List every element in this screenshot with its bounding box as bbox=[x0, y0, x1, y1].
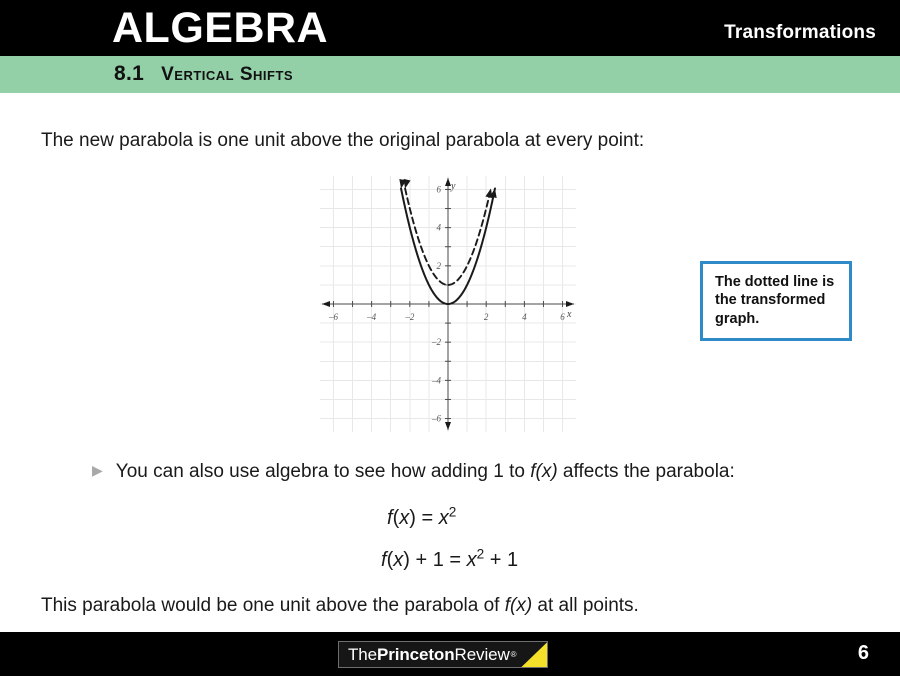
callout-box: The dotted line is the transformed graph… bbox=[700, 261, 852, 342]
page-number: 6 bbox=[857, 642, 869, 664]
svg-text:6: 6 bbox=[560, 312, 565, 322]
svg-text:4: 4 bbox=[437, 223, 442, 233]
closing-text-function: f(x) bbox=[504, 595, 533, 616]
subheader: 8.1 Vertical Shifts bbox=[114, 62, 293, 86]
princeton-review-logo: The Princeton Review ® bbox=[338, 641, 549, 668]
callout-text: The dotted line is the transformed graph… bbox=[715, 274, 835, 327]
svg-text:6: 6 bbox=[437, 184, 442, 194]
svg-text:–6: –6 bbox=[431, 414, 442, 424]
logo-review: Review bbox=[454, 644, 510, 664]
logo-princeton: Princeton bbox=[377, 644, 455, 664]
svg-text:2: 2 bbox=[484, 312, 489, 322]
logo-wedge-icon bbox=[521, 642, 548, 667]
svg-text:2: 2 bbox=[437, 261, 442, 271]
svg-text:–2: –2 bbox=[404, 312, 415, 322]
bullet-item: ▶ You can also use algebra to see how ad… bbox=[92, 461, 735, 483]
svg-text:–6: –6 bbox=[328, 312, 339, 322]
bullet-text: You can also use algebra to see how addi… bbox=[116, 461, 735, 483]
page-title: ALGEBRA bbox=[112, 4, 329, 52]
header-topic: Transformations bbox=[724, 22, 876, 43]
logo-text: The Princeton Review ® bbox=[339, 642, 521, 667]
svg-text:–2: –2 bbox=[431, 337, 442, 347]
y-axis-label: y bbox=[450, 181, 456, 192]
closing-text-suffix: at all points. bbox=[532, 595, 639, 616]
closing-text-prefix: This parabola would be one unit above th… bbox=[41, 595, 505, 616]
parabola-graph: –6 –4 –2 2 4 6 –6 –4 –2 2 4 6 x y bbox=[320, 176, 576, 432]
logo-the: The bbox=[348, 644, 377, 664]
closing-text: This parabola would be one unit above th… bbox=[41, 595, 639, 617]
intro-text: The new parabola is one unit above the o… bbox=[41, 130, 645, 151]
bullet-text-function: f(x) bbox=[530, 461, 558, 482]
equation-two: f(x) + 1 = x2 + 1 bbox=[381, 546, 519, 571]
section-number: 8.1 bbox=[114, 62, 145, 85]
registered-trademark-icon: ® bbox=[510, 650, 517, 659]
equation-one: f(x) = x2 bbox=[387, 504, 457, 529]
triangle-bullet-icon: ▶ bbox=[92, 462, 103, 478]
bullet-text-prefix: You can also use algebra to see how addi… bbox=[115, 461, 531, 482]
graph-svg: –6 –4 –2 2 4 6 –6 –4 –2 2 4 6 x y bbox=[320, 176, 576, 432]
svg-text:–4: –4 bbox=[366, 312, 377, 322]
x-axis-label: x bbox=[566, 309, 572, 320]
bullet-text-suffix: affects the parabola: bbox=[557, 461, 735, 482]
slide: ALGEBRA Transformations 8.1 Vertical Shi… bbox=[0, 0, 900, 676]
svg-text:4: 4 bbox=[522, 312, 527, 322]
svg-text:–4: –4 bbox=[431, 375, 442, 385]
section-title: Vertical Shifts bbox=[161, 64, 294, 85]
